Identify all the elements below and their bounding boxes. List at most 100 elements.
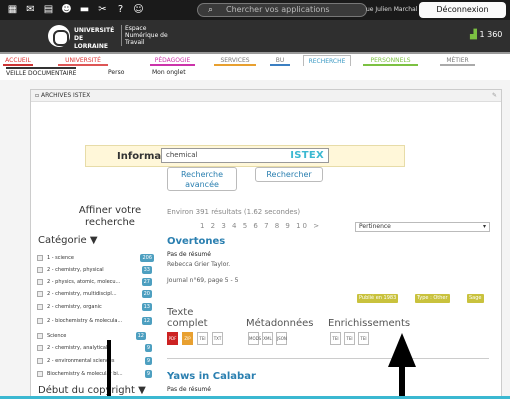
- refine-title-line-1: Affiner votre: [78, 205, 142, 216]
- stat-counter: ▟ 1 360: [470, 30, 502, 40]
- facet-item[interactable]: 2 - environmental sciences 9: [37, 356, 154, 366]
- subnav-item-perso[interactable]: Perso: [108, 69, 124, 76]
- facet-count: 33: [141, 266, 152, 274]
- enrichment-file-icon[interactable]: TEI: [358, 332, 369, 345]
- nav-item-pedagogie[interactable]: PÉDAGOGIE: [150, 55, 195, 66]
- nav-item-accueil[interactable]: ACCUEIL: [3, 55, 33, 66]
- profile-icon[interactable]: ☺: [132, 3, 145, 16]
- calendar-icon[interactable]: ▤: [42, 3, 55, 16]
- facet-checkbox[interactable]: [37, 345, 43, 351]
- search-value: chemical: [166, 151, 198, 159]
- university-name: UNIVERSITÉ DE LORRAINE: [74, 27, 115, 50]
- facet-label: 1 - science: [47, 255, 74, 261]
- nav-item-bu[interactable]: BU: [270, 55, 290, 66]
- app-search-placeholder: Chercher vos applications: [226, 5, 330, 14]
- facet-label: Biochemistry & molecular bi...: [47, 371, 123, 377]
- storage-icon[interactable]: ▬: [78, 3, 91, 16]
- facet-checkbox[interactable]: [37, 291, 43, 297]
- facet-checkbox[interactable]: [37, 318, 43, 324]
- facet-label: 2 - chemistry, analytical: [47, 345, 108, 351]
- facet-count: 12: [141, 317, 152, 325]
- facet-item[interactable]: 2 - chemistry, analytical 9: [37, 343, 154, 353]
- tools-icon[interactable]: ✂: [96, 3, 109, 16]
- facet-item[interactable]: 2 - physics, atomic, molecu... 27: [37, 277, 154, 287]
- advanced-search-label-1: Recherche: [180, 170, 223, 179]
- facet-checkbox[interactable]: [37, 304, 43, 310]
- result-title[interactable]: Overtones: [167, 236, 225, 247]
- facet-count: 13: [141, 303, 152, 311]
- enrichments-label: Enrichissements: [328, 318, 411, 329]
- logout-button[interactable]: Déconnexion: [419, 2, 506, 18]
- tag-publication-year: Publié en 1983: [357, 294, 399, 303]
- xml-file-icon[interactable]: XML: [262, 332, 273, 345]
- nav-item-personnels[interactable]: PERSONNELS: [363, 55, 418, 66]
- tag-type: Type : Other: [415, 294, 450, 303]
- pdf-file-icon[interactable]: PDF: [167, 332, 178, 345]
- category-label: Catégorie: [38, 235, 87, 246]
- refine-title: Affiner votre recherche: [60, 205, 160, 229]
- istex-search-input[interactable]: chemical ISTEX: [161, 148, 329, 163]
- copyright-label: Début du copyright: [38, 385, 135, 396]
- mods-file-icon[interactable]: MODS: [248, 332, 261, 345]
- refine-title-line-2: recherche: [85, 217, 135, 228]
- main-nav: ACCUEIL UNIVERSITÉ PÉDAGOGIE SERVICES BU…: [0, 52, 510, 66]
- facet-item[interactable]: 1 - science 206: [37, 253, 154, 263]
- facet-item[interactable]: Biochemistry & molecular bi... 9: [37, 369, 154, 379]
- facet-item[interactable]: 2 - chemistry, multidiscipl... 20: [37, 289, 154, 299]
- zip-file-icon[interactable]: ZIP: [182, 332, 193, 345]
- site-header: UNIVERSITÉ DE LORRAINE Espace Numérique …: [0, 20, 510, 52]
- pagination[interactable]: 1 2 3 4 5 6 7 8 9 10 >: [200, 222, 321, 230]
- nav-item-recherche[interactable]: RECHERCHE: [303, 55, 351, 66]
- panel-title: ▫ ARCHIVES ISTEX ✎: [31, 90, 501, 102]
- subnav-item-veille[interactable]: VEILLE DOCUMENTAIRE: [6, 67, 77, 77]
- copyright-dropdown[interactable]: Début du copyright ▼: [38, 385, 146, 396]
- json-file-icon[interactable]: JSON: [276, 332, 287, 345]
- facet-label: 2 - environmental sciences: [47, 358, 115, 364]
- facet-checkbox[interactable]: [37, 255, 43, 261]
- category-dropdown[interactable]: Catégorie ▼: [38, 235, 98, 246]
- facet-item[interactable]: 2 - biochemistry & molecula... 12: [37, 316, 154, 326]
- enrichment-file-icon[interactable]: TEI: [344, 332, 355, 345]
- facet-label: 2 - physics, atomic, molecu...: [47, 279, 121, 285]
- facet-checkbox[interactable]: [37, 279, 43, 285]
- sort-select[interactable]: Pertinence ▾: [355, 222, 490, 232]
- chart-bars-icon: ▟: [470, 30, 477, 40]
- user-icon[interactable]: ☻: [60, 3, 73, 16]
- facet-checkbox[interactable]: [37, 371, 43, 377]
- annotation-arrow-head-icon: [388, 333, 416, 367]
- search-button[interactable]: Rechercher: [255, 167, 323, 182]
- facet-checkbox[interactable]: [37, 333, 43, 339]
- stat-value: 1 360: [479, 30, 503, 39]
- facet-count: 9: [144, 370, 152, 378]
- result-title[interactable]: Yaws in Calabar: [167, 371, 256, 382]
- advanced-search-button[interactable]: Recherche avancée: [167, 167, 237, 191]
- nav-item-services[interactable]: SERVICES: [214, 55, 256, 66]
- nav-item-universite[interactable]: UNIVERSITÉ: [58, 55, 108, 66]
- istex-logo: ISTEX: [290, 150, 324, 161]
- caret-down-icon: ▼: [89, 235, 98, 246]
- result-author: Rebecca Grier Taylor.: [167, 261, 231, 268]
- result-abstract: Pas de résumé: [167, 386, 211, 393]
- facet-checkbox[interactable]: [37, 267, 43, 273]
- enrichment-file-icon[interactable]: TEI: [330, 332, 341, 345]
- facet-checkbox[interactable]: [37, 358, 43, 364]
- university-logo-icon[interactable]: [48, 25, 70, 47]
- environment-name: Espace Numérique de Travail: [121, 25, 181, 46]
- tei-file-icon[interactable]: TEI: [197, 332, 208, 345]
- apps-icon[interactable]: ▦: [6, 3, 19, 16]
- annotation-arrow-right: [399, 365, 405, 399]
- result-divider: [167, 358, 489, 359]
- txt-file-icon[interactable]: TXT: [212, 332, 223, 345]
- fulltext-label-line-1: Texte: [167, 307, 194, 318]
- edit-icon[interactable]: ✎: [492, 90, 497, 102]
- facet-count: 206: [140, 254, 154, 262]
- facet-item[interactable]: Science 12: [37, 331, 154, 341]
- fulltext-label-line-2: complet: [167, 318, 208, 329]
- facet-item[interactable]: 2 - chemistry, organic 13: [37, 302, 154, 312]
- app-search-input[interactable]: ⌕ Chercher vos applications: [197, 3, 367, 17]
- mail-icon[interactable]: ✉: [24, 3, 37, 16]
- help-icon[interactable]: ?: [114, 3, 127, 16]
- subnav-item-mon-onglet[interactable]: Mon onglet: [152, 69, 186, 76]
- facet-item[interactable]: 2 - chemistry, physical 33: [37, 265, 154, 275]
- nav-item-metier[interactable]: MÉTIER: [440, 55, 475, 66]
